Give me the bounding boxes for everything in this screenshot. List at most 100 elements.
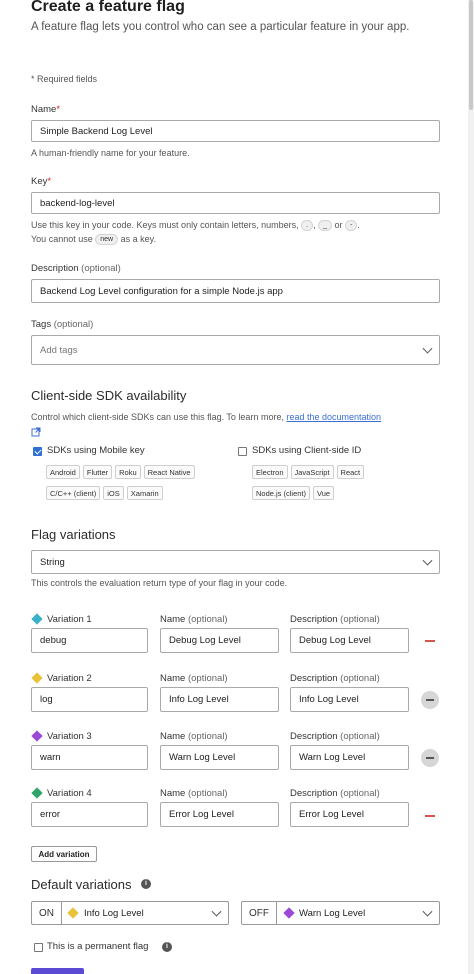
client-sdk-row-2: Node.js (client) Vue bbox=[252, 486, 335, 500]
variation-1-name-input[interactable]: Debug Log Level bbox=[160, 628, 279, 653]
scrollbar[interactable] bbox=[468, 0, 474, 974]
client-sdk-row-1: Electron JavaScript React bbox=[252, 465, 365, 479]
mobile-sdk-row-2: C/C++ (client) iOS Xamarin bbox=[46, 486, 163, 500]
permanent-flag-checkbox[interactable] bbox=[34, 943, 43, 952]
variation-description-header: Description (optional) bbox=[290, 788, 380, 799]
chevron-down-icon bbox=[211, 906, 222, 917]
description-label: Description (optional) bbox=[31, 263, 121, 274]
char-pill-dot: . bbox=[301, 220, 314, 232]
name-label: Name* bbox=[31, 104, 60, 115]
optional-text: (optional) bbox=[81, 263, 121, 274]
mobile-sdk-checkbox[interactable] bbox=[33, 447, 42, 456]
optional-text: (optional) bbox=[340, 614, 380, 625]
sdk-badge: iOS bbox=[103, 486, 124, 500]
variation-2-description-input[interactable]: Info Log Level bbox=[290, 687, 409, 712]
name-header-text: Name bbox=[160, 788, 186, 799]
key-label: Key* bbox=[31, 176, 51, 187]
sdk-badge: Electron bbox=[252, 465, 288, 479]
info-icon[interactable]: i bbox=[162, 942, 172, 952]
variation-2-name-input[interactable]: Info Log Level bbox=[160, 687, 279, 712]
remove-variation-2-button[interactable] bbox=[421, 691, 439, 709]
key-help-or: or bbox=[334, 220, 343, 230]
tags-label: Tags (optional) bbox=[31, 319, 93, 330]
name-input[interactable]: Simple Backend Log Level bbox=[31, 120, 440, 142]
variation-1-description-input[interactable]: Debug Log Level bbox=[290, 628, 409, 653]
off-variation-value: Warn Log Level bbox=[299, 908, 366, 919]
variation-description-header: Description (optional) bbox=[290, 731, 380, 742]
on-variation-color-icon bbox=[67, 907, 79, 919]
client-sdk-label: SDKs using Client-side ID bbox=[252, 445, 362, 456]
info-icon[interactable]: i bbox=[141, 879, 151, 889]
sdk-badge: Android bbox=[46, 465, 80, 479]
required-note: * Required fields bbox=[31, 74, 98, 84]
name-header-text: Name bbox=[160, 673, 186, 684]
sdk-help-text: Control which client-side SDKs can use t… bbox=[31, 412, 284, 422]
external-link-icon[interactable] bbox=[31, 427, 41, 437]
off-variation-color-icon bbox=[283, 907, 295, 919]
optional-text: (optional) bbox=[340, 731, 380, 742]
tags-select[interactable]: Add tags bbox=[31, 335, 440, 365]
create-flag-form: Create a feature flag A feature flag let… bbox=[0, 0, 474, 974]
variation-2-label: Variation 2 bbox=[47, 673, 92, 684]
variation-4-description-input[interactable]: Error Log Level bbox=[290, 802, 409, 827]
variation-1-label: Variation 1 bbox=[47, 614, 92, 625]
add-variation-button[interactable]: Add variation bbox=[31, 846, 97, 862]
default-off-select[interactable]: OFF Warn Log Level bbox=[241, 901, 440, 925]
tags-placeholder: Add tags bbox=[40, 344, 78, 356]
variation-description-header: Description (optional) bbox=[290, 614, 380, 625]
variation-4-value-input[interactable]: error bbox=[31, 802, 148, 827]
optional-text: (optional) bbox=[187, 731, 228, 742]
remove-variation-1-icon[interactable] bbox=[425, 640, 435, 642]
mobile-sdk-row-1: Android Flutter Roku React Native bbox=[46, 465, 195, 479]
optional-text: (optional) bbox=[187, 614, 228, 625]
default-on-select[interactable]: ON Info Log Level bbox=[31, 901, 229, 925]
description-header-text: Description bbox=[290, 673, 338, 684]
variation-3-label: Variation 3 bbox=[47, 731, 92, 742]
variation-3-name-input[interactable]: Warn Log Level bbox=[160, 745, 279, 770]
variation-2-value-input[interactable]: log bbox=[31, 687, 148, 712]
client-sdk-checkbox[interactable] bbox=[238, 447, 247, 456]
required-star: * bbox=[56, 104, 61, 115]
scrollbar-thumb[interactable] bbox=[469, 0, 473, 110]
defaults-section-title: Default variations bbox=[31, 877, 132, 892]
key-help: Use this key in your code. Keys must onl… bbox=[31, 220, 360, 246]
reserved-word-pill: new bbox=[95, 234, 119, 246]
mobile-sdk-label: SDKs using Mobile key bbox=[47, 445, 145, 456]
variation-description-header: Description (optional) bbox=[290, 673, 380, 684]
variation-1-color-icon bbox=[31, 613, 43, 625]
description-label-text: Description bbox=[31, 263, 79, 274]
permanent-flag-label: This is a permanent flag bbox=[47, 941, 149, 952]
variation-4-name-input[interactable]: Error Log Level bbox=[160, 802, 279, 827]
variation-3-color-icon bbox=[31, 730, 43, 742]
variation-3-description-input[interactable]: Warn Log Level bbox=[290, 745, 409, 770]
intro-text: A feature flag lets you control who can … bbox=[31, 21, 410, 33]
key-input[interactable]: backend-log-level bbox=[31, 192, 440, 214]
remove-variation-4-icon[interactable] bbox=[425, 815, 435, 817]
variation-3-value-input[interactable]: warn bbox=[31, 745, 148, 770]
name-help: A human-friendly name for your feature. bbox=[31, 148, 190, 158]
variation-name-header: Name (optional) bbox=[160, 614, 228, 625]
name-label-text: Name bbox=[31, 104, 57, 115]
sdk-badge: React Native bbox=[143, 465, 195, 479]
submit-button[interactable] bbox=[31, 968, 84, 974]
documentation-link[interactable]: read the documentation bbox=[286, 412, 381, 422]
description-input[interactable]: Backend Log Level configuration for a si… bbox=[31, 279, 440, 303]
variation-4-label: Variation 4 bbox=[47, 788, 92, 799]
sdk-help: Control which client-side SDKs can use t… bbox=[31, 410, 446, 424]
sdk-badge: React bbox=[336, 465, 365, 479]
description-header-text: Description bbox=[290, 614, 338, 625]
description-header-text: Description bbox=[290, 731, 338, 742]
sdk-badge: C/C++ (client) bbox=[46, 486, 101, 500]
remove-variation-3-button[interactable] bbox=[421, 749, 439, 767]
variation-type-select[interactable]: String bbox=[31, 550, 440, 574]
variation-1-value-input[interactable]: debug bbox=[31, 628, 148, 653]
sdk-badge: Roku bbox=[115, 465, 141, 479]
optional-text: (optional) bbox=[340, 788, 380, 799]
page-title: Create a feature flag bbox=[31, 0, 185, 15]
on-variation-value: Info Log Level bbox=[84, 908, 144, 919]
sdk-badge: Node.js (client) bbox=[252, 486, 311, 500]
optional-text: (optional) bbox=[340, 673, 380, 684]
variation-name-header: Name (optional) bbox=[160, 788, 228, 799]
chevron-down-icon bbox=[422, 906, 433, 917]
variations-section-title: Flag variations bbox=[31, 527, 116, 542]
